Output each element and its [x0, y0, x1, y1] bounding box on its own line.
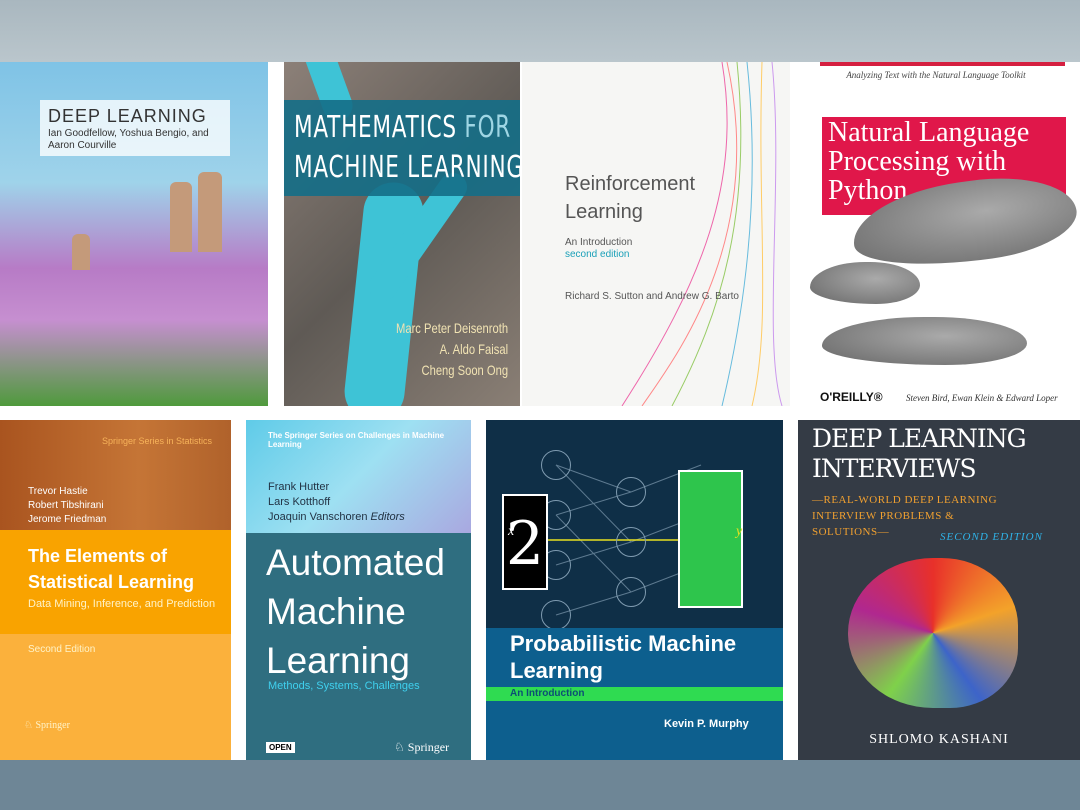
book-cover-deep-learning-interviews[interactable]: DEEP LEARNING INTERVIEWS —REAL-WORLD DEE…: [798, 420, 1080, 760]
book-edition: SECOND EDITION: [940, 531, 1043, 543]
book-title: Probabilistic Machine Learning: [510, 631, 737, 683]
book-authors: Marc Peter Deisenroth A. Aldo Faisal Che…: [396, 318, 508, 381]
book-title: Reinforcement Learning: [565, 173, 696, 223]
network-node: [616, 477, 646, 507]
red-top-bar: [820, 62, 1065, 66]
publisher-logo: ♘ Springer: [24, 720, 70, 731]
book-authors: Ian Goodfellow, Yoshua Bengio, and Aaron…: [48, 128, 209, 151]
author: A. Aldo Faisal: [439, 341, 508, 357]
author: Marc Peter Deisenroth: [395, 320, 508, 336]
publisher-logo: ♘ Springer: [394, 740, 449, 755]
network-node: [616, 527, 646, 557]
book-title: DEEP LEARNING INTERVIEWS: [812, 424, 1027, 483]
colorful-head-illustration: [848, 558, 1018, 708]
title-part: MACHINE LEARNING: [294, 150, 520, 185]
springer-horse-icon: ♘: [394, 740, 405, 754]
publisher-name: Springer: [407, 740, 450, 754]
whale-illustration: [810, 262, 920, 304]
author: Joaquin Vanschoren: [268, 511, 368, 523]
book-series: Analyzing Text with the Natural Language…: [846, 70, 1026, 80]
author: Jerome Friedman: [28, 514, 107, 525]
tower-illustration: [170, 182, 192, 252]
digit-image: 2: [502, 494, 548, 590]
book-cover-deep-learning[interactable]: DEEP LEARNING Ian Goodfellow, Yoshua Ben…: [0, 62, 268, 406]
open-access-badge: OPEN: [266, 742, 295, 753]
book-cover-mathematics-for-ml[interactable]: MATHEMATICS FOR MACHINE LEARNING Marc Pe…: [284, 62, 520, 406]
title-part: MATHEMATICS: [294, 110, 457, 145]
book-authors: Steven Bird, Ewan Klein & Edward Loper: [906, 393, 1058, 403]
book-edition: second edition: [565, 249, 630, 260]
author: Robert Tibshirani: [28, 500, 104, 511]
network-node: [541, 600, 571, 630]
book-edition: Second Edition: [28, 644, 96, 655]
whale-illustration: [822, 317, 1027, 365]
book-title: Automated Machine Learning: [266, 542, 445, 681]
book-cover-elements-of-statistical-learning[interactable]: Springer Series in Statistics Trevor Has…: [0, 420, 231, 760]
book-authors: SHLOMO KASHANI: [869, 732, 1009, 747]
title-part: FOR: [464, 110, 512, 145]
author: Cheng Soon Ong: [421, 362, 508, 378]
book-subtitle: Data Mining, Inference, and Prediction: [28, 598, 216, 610]
bottom-background-band: [0, 760, 1080, 810]
x-label: x: [508, 524, 515, 539]
colored-lines-illustration: [621, 62, 783, 406]
editors-label: Editors: [370, 511, 405, 523]
book-authors: Richard S. Sutton and Andrew G. Barto: [565, 291, 739, 302]
tower-illustration: [198, 172, 222, 252]
author: Trevor Hastie: [28, 486, 88, 497]
book-subtitle: Methods, Systems, Challenges: [268, 680, 420, 692]
springer-horse-icon: ♘: [24, 720, 33, 731]
book-title: The Elements of Statistical Learning: [28, 546, 195, 592]
book-series: Springer Series in Statistics: [102, 436, 213, 446]
book-authors: Frank Hutter Lars Kotthoff Joaquin Vansc…: [268, 480, 405, 525]
network-node: [541, 450, 571, 480]
book-cover-automated-machine-learning[interactable]: The Springer Series on Challenges in Mac…: [246, 420, 471, 760]
book-cover-probabilistic-ml[interactable]: 2 x y Probabilistic Machine Learning An …: [486, 420, 783, 760]
book-authors: Kevin P. Murphy: [664, 718, 749, 730]
book-cover-reinforcement-learning[interactable]: Reinforcement Learning An Introduction s…: [522, 62, 790, 406]
book-title: DEEP LEARNING: [48, 106, 207, 126]
book-series: The Springer Series on Challenges in Mac…: [268, 431, 445, 449]
output-histogram-panel: [678, 470, 743, 608]
y-label: y: [736, 524, 743, 539]
book-authors: Trevor Hastie Robert Tibshirani Jerome F…: [28, 485, 106, 527]
book-subtitle: An Introduction: [565, 237, 633, 248]
publisher-name: Springer: [35, 720, 70, 731]
publisher-logo: O'REILLY®: [820, 390, 883, 404]
network-node: [616, 577, 646, 607]
author: Frank Hutter: [268, 481, 330, 493]
top-background-band: [0, 0, 1080, 62]
book-cover-nlp-with-python[interactable]: Analyzing Text with the Natural Language…: [792, 62, 1080, 406]
book-title: MATHEMATICS FOR MACHINE LEARNING: [294, 108, 520, 188]
book-subtitle: An Introduction: [510, 688, 585, 699]
tower-illustration: [72, 234, 90, 270]
author: Lars Kotthoff: [268, 496, 331, 508]
